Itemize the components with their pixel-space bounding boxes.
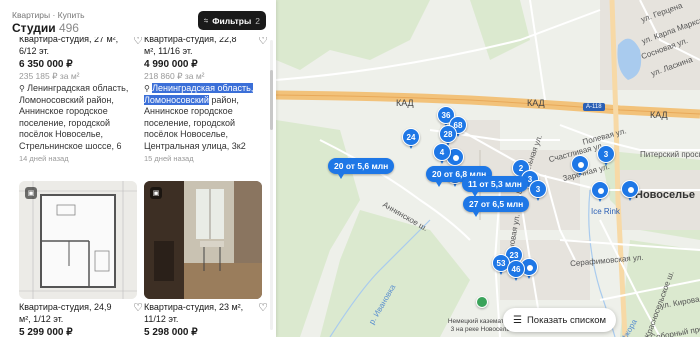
listing-date: 15 дней назад — [144, 154, 194, 163]
price-pill[interactable]: 27 от 6,5 млн — [463, 196, 530, 217]
highway-shield: А-118 — [583, 103, 605, 111]
filters-count-badge: 2 — [255, 15, 260, 26]
gallery-icon: ▣ — [25, 187, 37, 199]
result-count: 496 — [58, 21, 79, 35]
poi-label-ice-rink: Ice Rink — [591, 207, 620, 216]
listing-price-per-m: 235 185 ₽ за м² — [19, 70, 80, 81]
listing-price: 5 298 000 ₽ — [144, 327, 198, 337]
favorite-heart-icon[interactable]: ♡ — [258, 35, 268, 48]
floor-plan-image — [19, 181, 137, 299]
road-label-kad-1: КАД — [396, 98, 414, 108]
listing-price: 6 350 000 ₽ — [19, 59, 73, 70]
poi-pin-ice-rink[interactable] — [591, 181, 609, 203]
panel-header: Квартиры · Купить Студии 496 Фильтры 2 — [0, 0, 276, 37]
listing-card[interactable]: ♡ Квартира-студия, 24,9 м², 1/12 эт. 5 2… — [19, 302, 143, 337]
location-pin-icon: ⚲ — [19, 84, 28, 93]
listing-address: ⚲ Ленинградская область, Ломоносовский р… — [144, 83, 262, 152]
favorite-heart-icon[interactable]: ♡ — [133, 35, 143, 48]
listing-address: ⚲ Ленинградская область, Ломоносовский р… — [19, 83, 137, 152]
listing-photo-floor-plan[interactable]: ▣ — [19, 181, 137, 299]
street-label-pitersky: Питерский просп. — [640, 150, 700, 159]
scrollbar-thumb[interactable] — [270, 70, 273, 130]
listing-price: 5 299 000 ₽ — [19, 327, 73, 337]
listing-title: Квартира-студия, 22,8 м², 11/16 эт. — [144, 34, 237, 56]
memorial-pin[interactable] — [476, 296, 494, 318]
favorite-heart-icon[interactable]: ♡ — [133, 302, 143, 315]
listing-card[interactable]: ♡ Квартира-студия, 27 м², 6/12 эт. 6 350… — [19, 34, 143, 165]
cluster-pin[interactable]: 3 — [529, 180, 547, 202]
show-list-label: Показать списком — [526, 314, 607, 326]
poi-pin-1[interactable] — [571, 155, 589, 177]
listing-address-text: Ленинградская область, Ломоносовский рай… — [19, 83, 129, 151]
listing-date: 14 дней назад — [19, 154, 69, 163]
panel-scrollbar[interactable] — [270, 40, 273, 330]
filters-button[interactable]: Фильтры 2 — [198, 11, 266, 30]
cluster-pin[interactable]: 4 — [433, 143, 451, 165]
listing-price: 4 990 000 ₽ — [144, 59, 198, 70]
price-pill[interactable]: 20 от 5,6 млн — [328, 158, 395, 179]
listing-card[interactable]: ♡ Квартира-студия, 23 м², 11/12 эт. 5 29… — [144, 302, 268, 337]
listing-title: Квартира-студия, 27 м², 6/12 эт. — [19, 34, 119, 56]
listing-panel: Квартиры · Купить Студии 496 Фильтры 2 ♡… — [0, 0, 276, 337]
city-label: Новоселье — [635, 189, 695, 201]
location-pin-icon: ⚲ — [144, 84, 153, 93]
road-label-kad-3: КАД — [650, 110, 668, 120]
listing-photo-interior[interactable]: ▣ — [144, 181, 262, 299]
interior-photo-image — [144, 181, 262, 299]
show-list-button[interactable]: ☰ Показать списком — [503, 308, 617, 332]
road-label-kad-2: КАД — [527, 98, 545, 108]
cluster-pin[interactable]: 46 — [507, 260, 525, 282]
favorite-heart-icon[interactable]: ♡ — [258, 302, 268, 315]
poi-pin-novoselye[interactable] — [621, 180, 639, 202]
gallery-icon: ▣ — [150, 187, 162, 199]
price-pill[interactable]: 11 от 5,3 млн — [462, 176, 528, 197]
list-icon: ☰ — [513, 314, 522, 326]
listing-card[interactable]: ♡ Квартира-студия, 22,8 м², 11/16 эт. 4 … — [144, 34, 268, 165]
filters-icon — [204, 18, 209, 23]
page-title-text: Студии — [12, 21, 56, 35]
listing-title: Квартира-студия, 24,9 м², 1/12 эт. — [19, 302, 112, 324]
cluster-pin[interactable]: 24 — [402, 128, 420, 150]
listing-title: Квартира-студия, 23 м², 11/12 эт. — [144, 302, 244, 324]
filters-label: Фильтры — [212, 15, 252, 26]
cluster-pin[interactable]: 3 — [597, 145, 615, 167]
listing-price-per-m: 218 860 ₽ за м² — [144, 70, 205, 81]
